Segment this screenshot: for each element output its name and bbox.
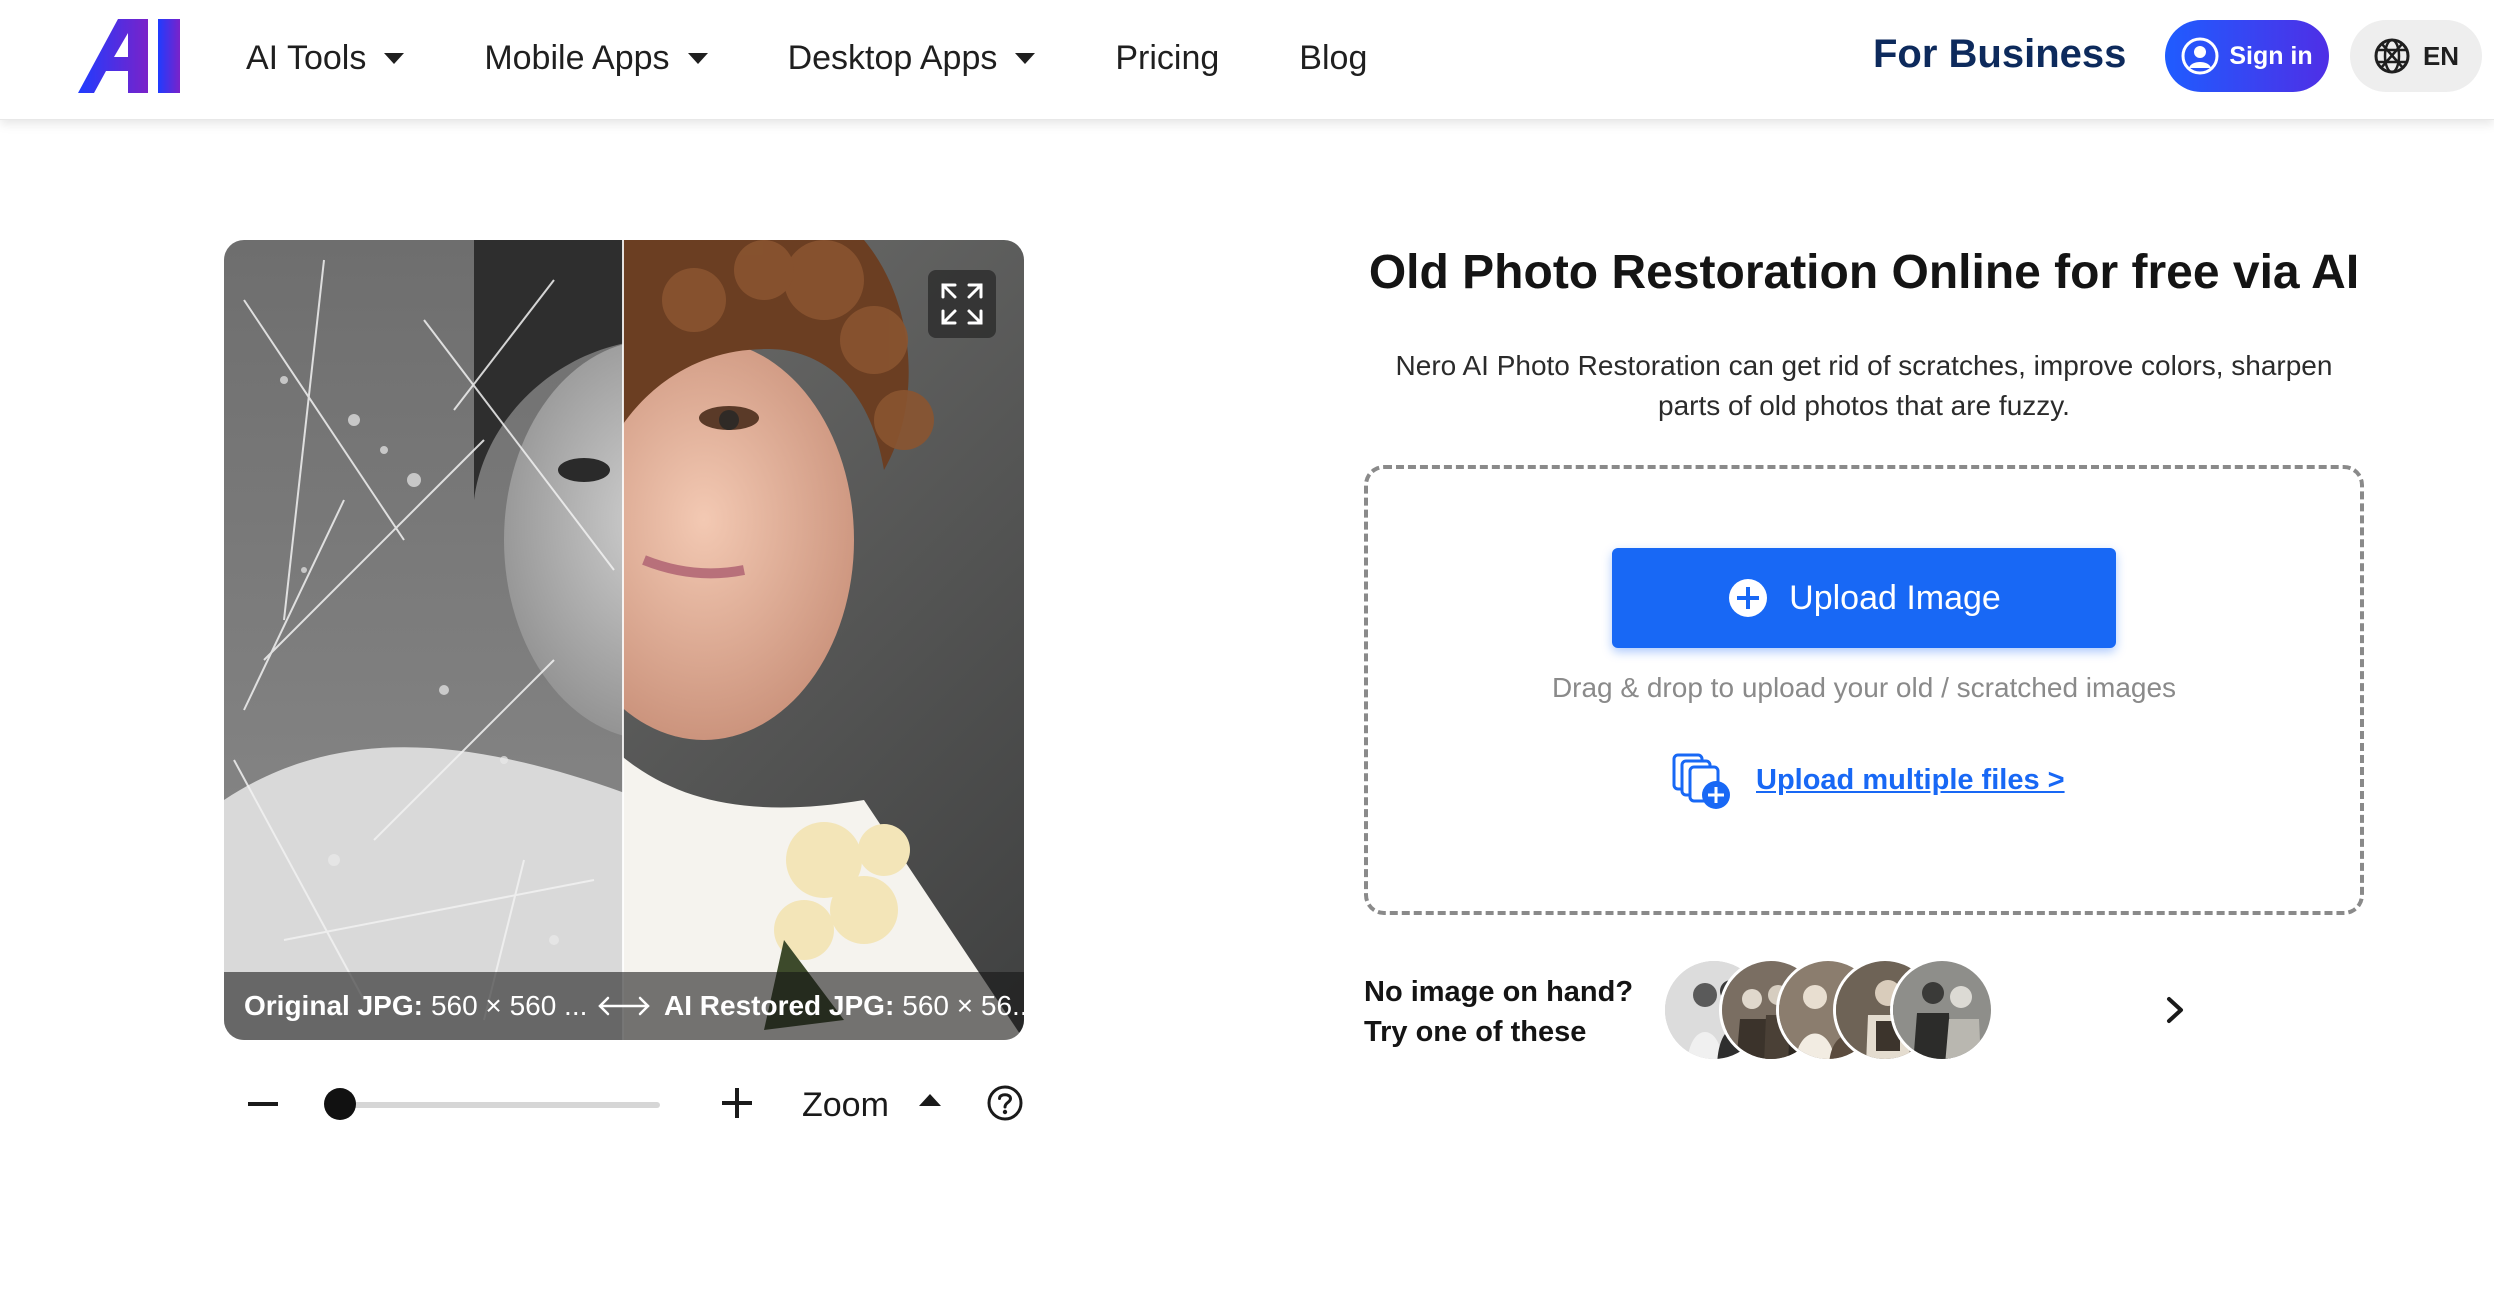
for-business-link[interactable]: For Business <box>1873 32 2126 77</box>
drag-arrows-icon[interactable] <box>596 992 652 1020</box>
original-caption: Original JPG: 560 × 560 ... <box>244 972 587 1040</box>
sample-photo-5[interactable] <box>1890 958 1994 1062</box>
chevron-down-icon <box>1015 53 1035 64</box>
chevron-down-icon <box>688 53 708 64</box>
nav-pricing[interactable]: Pricing <box>1115 39 1219 78</box>
nav-blog-label: Blog <box>1299 39 1367 78</box>
upload-image-label: Upload Image <box>1789 579 2001 618</box>
original-size: 560 × 560 ... <box>431 990 587 1022</box>
plus-icon[interactable] <box>720 1086 754 1120</box>
try-line-1: No image on hand? <box>1364 972 1633 1012</box>
chevron-right-icon[interactable] <box>2160 994 2190 1026</box>
nav-desktop-apps[interactable]: Desktop Apps <box>788 39 1036 78</box>
site-header: AI Tools Mobile Apps Desktop Apps Pricin… <box>0 0 2494 120</box>
comparison-photo <box>224 240 1024 1040</box>
zoom-slider-thumb[interactable] <box>324 1088 356 1120</box>
upload-multiple-files-link[interactable]: Upload multiple files > <box>1756 764 2065 797</box>
drop-hint: Drag & drop to upload your old / scratch… <box>1364 672 2364 704</box>
nav-mobile-apps[interactable]: Mobile Apps <box>484 39 707 78</box>
restored-caption: AI Restored JPG: 560 × 56... <box>664 972 1024 1040</box>
expand-button[interactable] <box>928 270 996 338</box>
page-subtitle: Nero AI Photo Restoration can get rid of… <box>1364 346 2364 426</box>
user-icon <box>2181 37 2219 75</box>
zoom-controls: Zoom <box>244 1074 1034 1134</box>
nav-ai-tools[interactable]: AI Tools <box>246 39 404 78</box>
nav-pricing-label: Pricing <box>1115 39 1219 78</box>
help-icon[interactable] <box>986 1084 1024 1122</box>
compare-divider[interactable] <box>622 240 624 1040</box>
language-selector[interactable]: EN <box>2350 20 2482 92</box>
nav-blog[interactable]: Blog <box>1299 39 1367 78</box>
page-title: Old Photo Restoration Online for free vi… <box>1364 245 2364 300</box>
nav-desktop-apps-label: Desktop Apps <box>788 39 998 78</box>
sign-in-label: Sign in <box>2229 42 2312 71</box>
main-nav: AI Tools Mobile Apps Desktop Apps Pricin… <box>246 0 1447 116</box>
chevron-down-icon <box>384 53 404 64</box>
globe-icon <box>2373 37 2411 75</box>
restored-size: 560 × 56... <box>902 990 1024 1022</box>
zoom-slider-track[interactable] <box>330 1102 660 1108</box>
language-label: EN <box>2423 41 2459 72</box>
minus-icon[interactable] <box>248 1102 278 1106</box>
upload-multiple-row[interactable]: Upload multiple files > <box>1670 748 2065 812</box>
sign-in-button[interactable]: Sign in <box>2165 20 2329 92</box>
multiple-files-icon <box>1670 749 1734 811</box>
nav-mobile-apps-label: Mobile Apps <box>484 39 669 78</box>
logo-icon[interactable] <box>78 19 188 93</box>
restored-label: AI Restored JPG: <box>664 990 894 1022</box>
plus-circle-icon <box>1727 577 1769 619</box>
upload-image-button[interactable]: Upload Image <box>1612 548 2116 648</box>
chevron-up-icon[interactable] <box>919 1094 941 1106</box>
sample-photos <box>1662 958 2142 1062</box>
expand-icon <box>939 281 985 327</box>
try-samples-text: No image on hand? Try one of these <box>1364 972 1633 1052</box>
nav-ai-tools-label: AI Tools <box>246 39 366 78</box>
try-line-2: Try one of these <box>1364 1012 1633 1052</box>
zoom-label[interactable]: Zoom <box>802 1086 889 1125</box>
original-label: Original JPG: <box>244 990 423 1022</box>
before-after-viewer[interactable]: Original JPG: 560 × 560 ... AI Restored … <box>224 240 1024 1040</box>
